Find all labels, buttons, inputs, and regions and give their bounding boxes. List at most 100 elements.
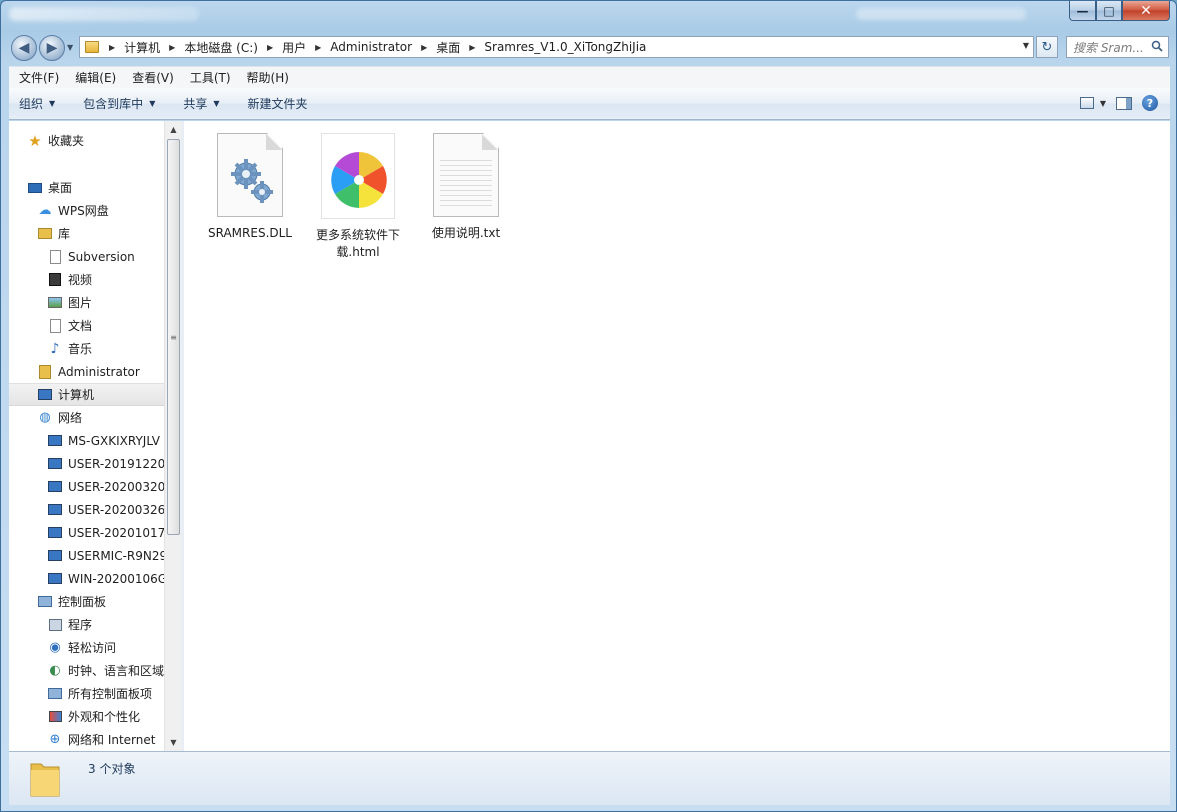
video-icon (47, 272, 63, 288)
new-folder-label: 新建文件夹 (247, 97, 308, 111)
nav-item[interactable]: 图片 (9, 291, 164, 314)
breadcrumb-item[interactable]: 计算机 ▶ (124, 39, 184, 56)
breadcrumb-item[interactable]: 用户 ▶ (282, 39, 330, 56)
nav-item[interactable]: WIN-20200106G (9, 567, 164, 590)
view-dropdown-icon[interactable]: ▼ (1100, 99, 1106, 108)
help-icon[interactable]: ? (1142, 95, 1158, 111)
navigation-pane: ★ 收藏夹桌面 ☁ WPS网盘库 Subversion 视频图片文档 ♪ 音乐 Administ… (9, 121, 181, 751)
address-dropdown-icon[interactable]: ▼ (1023, 41, 1029, 50)
menu-item[interactable]: 编辑(E) (67, 69, 124, 86)
nav-item[interactable]: 所有控制面板项 (9, 682, 164, 705)
nav-item[interactable]: 计算机 (9, 383, 164, 406)
item-count: 3 个对象 (88, 762, 136, 776)
nav-item[interactable]: ◉ 轻松访问 (9, 636, 164, 659)
search-input[interactable]: 搜索 Sram... (1066, 36, 1169, 58)
nav-item[interactable]: 视频 (9, 268, 164, 291)
breadcrumb-item[interactable]: Sramres_V1.0_XiTongZhiJia (484, 40, 646, 54)
breadcrumb-arrow-icon[interactable]: ▶ (267, 43, 273, 52)
search-icon[interactable] (1151, 40, 1163, 52)
breadcrumb-item[interactable]: 本地磁盘 (C:) ▶ (184, 39, 282, 56)
menu-item[interactable]: 查看(V) (124, 69, 182, 86)
file-name: SRAMRES.DLL (208, 226, 292, 240)
nav-item[interactable]: USER-20191220I (9, 452, 164, 475)
breadcrumb-item[interactable]: 桌面 ▶ (436, 39, 484, 56)
breadcrumb-arrow-icon[interactable]: ▶ (469, 43, 475, 52)
scroll-up-icon[interactable]: ▲ (165, 121, 181, 138)
chevron-down-icon: ▼ (213, 99, 220, 108)
breadcrumb-arrow-icon[interactable]: ▶ (109, 43, 115, 52)
cloud-icon: ☁ (38, 203, 52, 218)
nav-item[interactable]: Administrator (9, 360, 164, 383)
share-button[interactable]: 共享 ▼ (183, 95, 219, 112)
breadcrumb-arrow-icon[interactable]: ▶ (169, 43, 175, 52)
desktop-icon (27, 180, 43, 196)
file-item[interactable]: 使用说明.txt (418, 133, 514, 242)
nav-item[interactable]: 程序 (9, 613, 164, 636)
nav-item[interactable]: ⊕ 网络和 Internet (9, 728, 164, 751)
file-name: 使用说明.txt (431, 226, 501, 240)
nav-item[interactable]: 外观和个性化 (9, 705, 164, 728)
breadcrumb: 计算机 ▶ 本地磁盘 (C:) ▶ 用户 ▶ Administrator ▶ 桌面 ▶ Sramre… (124, 39, 646, 56)
change-view-icon[interactable] (1079, 97, 1094, 109)
scroll-down-icon[interactable]: ▼ (165, 734, 181, 751)
include-library-label: 包含到库中 (83, 97, 144, 111)
nav-item[interactable]: 库 (9, 222, 164, 245)
document-icon (47, 249, 63, 265)
file-item[interactable]: SRAMRES.DLL (202, 133, 298, 242)
command-toolbar: 组织 ▼ 包含到库中 ▼ 共享 ▼ 新建文件夹 ▼ ? (9, 88, 1170, 120)
nav-item[interactable]: 桌面 (9, 176, 164, 199)
breadcrumb-arrow-icon[interactable]: ▶ (315, 43, 321, 52)
menu-item[interactable]: 工具(T) (182, 69, 239, 86)
chevron-down-icon: ▼ (49, 99, 56, 108)
nav-item[interactable]: Subversion (9, 245, 164, 268)
nav-item-label: USERMIC-R9N29 (68, 548, 164, 563)
explorer-window: — □ ✕ ◀ ▶ ▼ ▶ 计算机 ▶ 本地磁盘 (C:) ▶ 用户 ▶ Administr… (0, 0, 1177, 812)
nav-item[interactable]: ☁ WPS网盘 (9, 199, 164, 222)
nav-item-label: WPS网盘 (58, 204, 109, 218)
nav-item-label: USER-20191220I (68, 456, 164, 471)
nav-item-label: 所有控制面板项 (68, 687, 153, 701)
organize-button[interactable]: 组织 ▼ (19, 95, 55, 112)
back-button[interactable]: ◀ (11, 35, 37, 61)
breadcrumb-arrow-icon[interactable]: ▶ (421, 43, 427, 52)
forward-button[interactable]: ▶ (39, 35, 65, 61)
new-folder-button[interactable]: 新建文件夹 (248, 95, 308, 112)
refresh-button[interactable]: ↻ (1036, 36, 1058, 58)
computer-icon (47, 548, 63, 564)
nav-item[interactable]: USER-20201017I (9, 521, 164, 544)
file-item[interactable]: 更多系统软件下载.html (310, 133, 406, 261)
nav-item[interactable]: 文档 (9, 314, 164, 337)
nav-item[interactable]: ♪ 音乐 (9, 337, 164, 360)
control-panel-icon (47, 686, 63, 702)
menu-item[interactable]: 文件(F) (11, 69, 67, 86)
nav-item[interactable]: 控制面板 (9, 590, 164, 613)
file-list-view: SRAMRES.DLL 更多系统软件下载.html 使用说明.txt (184, 121, 1170, 751)
preview-pane-icon[interactable] (1116, 96, 1132, 110)
music-icon: ♪ (50, 340, 60, 357)
menu-item[interactable]: 帮助(H) (239, 69, 297, 86)
navigation-row: ◀ ▶ ▼ ▶ 计算机 ▶ 本地磁盘 (C:) ▶ 用户 ▶ Administrator ▶ 桌… (1, 31, 1176, 63)
maximize-button[interactable]: □ (1096, 1, 1122, 21)
nav-item[interactable]: USER-20200326V (9, 498, 164, 521)
nav-item[interactable]: ★ 收藏夹 (9, 129, 164, 152)
nav-item[interactable]: USER-20200320I (9, 475, 164, 498)
network-icon: ◍ (39, 410, 51, 425)
nav-item-label: 图片 (68, 296, 93, 310)
minimize-button[interactable]: — (1069, 1, 1096, 21)
recent-pages-dropdown[interactable]: ▼ (67, 43, 73, 52)
scroll-thumb[interactable]: ≡ (167, 139, 180, 535)
nav-item-label: 视频 (68, 273, 93, 287)
nav-item[interactable]: ◍ 网络 (9, 406, 164, 429)
nav-item[interactable]: ◐ 时钟、语言和区域 (9, 659, 164, 682)
breadcrumb-item[interactable]: Administrator ▶ (330, 40, 436, 54)
computer-icon (47, 479, 63, 495)
nav-item[interactable]: USERMIC-R9N29 (9, 544, 164, 567)
menu-bar: 文件(F) 编辑(E) 查看(V) 工具(T) 帮助(H) (9, 66, 1170, 88)
nav-scrollbar[interactable]: ▲ ≡ ▼ (164, 121, 181, 751)
nav-item[interactable]: MS-GXKIXRYJLV (9, 429, 164, 452)
nav-item-label: 时钟、语言和区域 (68, 664, 164, 678)
close-button[interactable]: ✕ (1122, 1, 1170, 21)
include-in-library-button[interactable]: 包含到库中 ▼ (83, 95, 155, 112)
library-icon (37, 226, 53, 242)
address-bar[interactable]: ▶ 计算机 ▶ 本地磁盘 (C:) ▶ 用户 ▶ Administrator ▶ 桌面 ▶ Sram… (79, 36, 1034, 58)
